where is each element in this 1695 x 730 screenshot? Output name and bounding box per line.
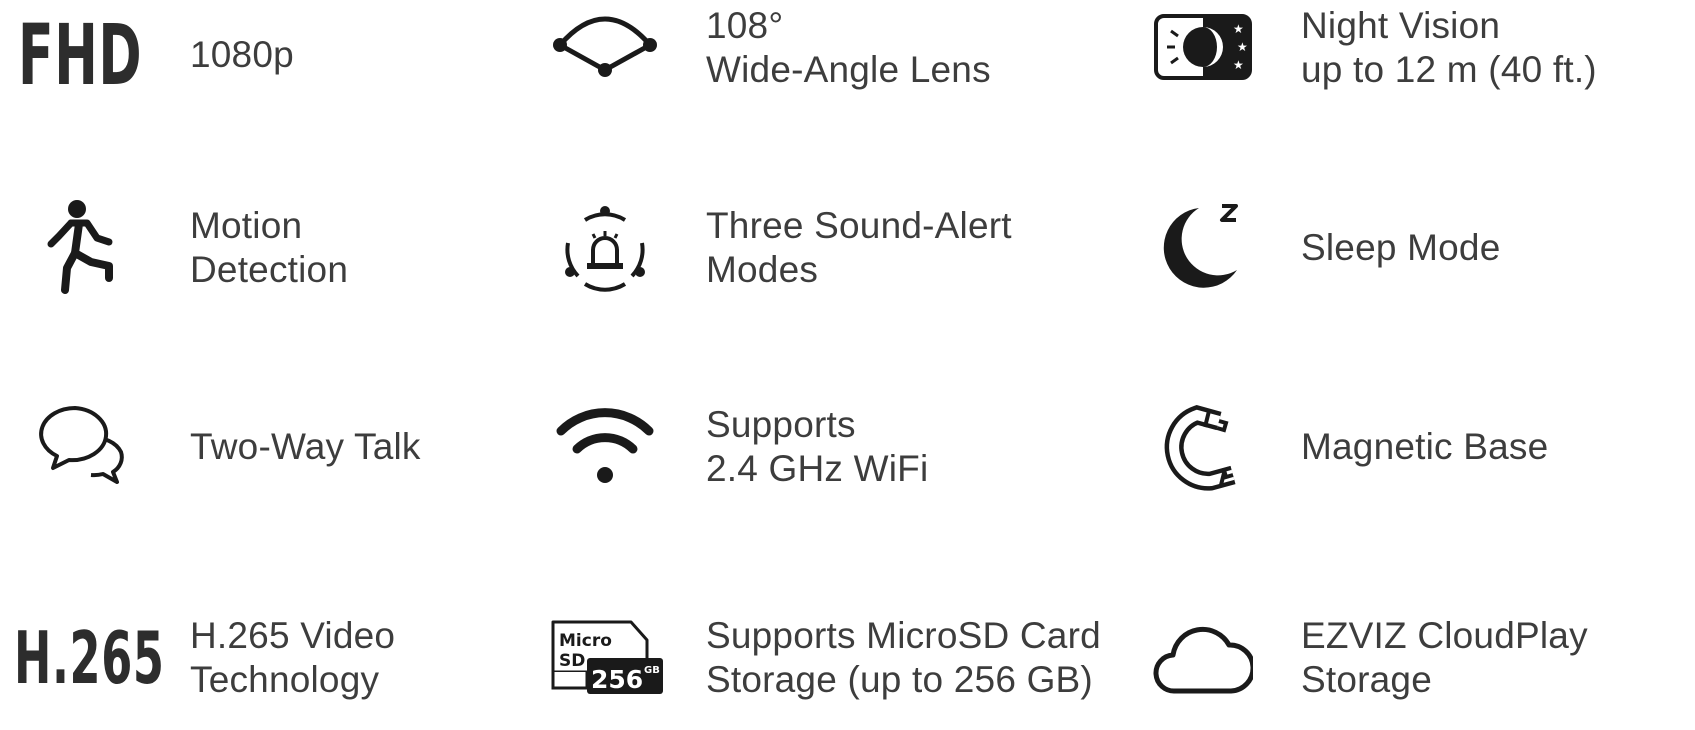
feature-sound-alert-line-1: Three Sound-Alert: [706, 205, 1012, 246]
feature-microsd-line-2: Storage (up to 256 GB): [706, 659, 1093, 700]
fhd-badge: FHD: [0, 0, 143, 110]
microsd-unit: GB: [644, 665, 660, 676]
feature-wide-angle-line-2: Wide-Angle Lens: [706, 49, 991, 90]
feature-sound-alert-text: Three Sound-Alert Modes: [706, 204, 1012, 292]
feature-talk-text: Two-Way Talk: [190, 425, 421, 469]
feature-talk-line-1: Two-Way Talk: [190, 426, 421, 467]
feature-microsd: Micro SD 256 GB Supports MicroSD Card St…: [515, 603, 1101, 713]
wide-angle-lens-icon: [515, 0, 695, 103]
feature-cloud-line-1: EZVIZ CloudPlay: [1301, 615, 1588, 656]
feature-cloud: EZVIZ CloudPlay Storage: [1113, 603, 1588, 713]
feature-magnetic: Magnetic Base: [1113, 392, 1548, 502]
h265-badge-text: H.265: [14, 616, 165, 700]
feature-microsd-line-1: Supports MicroSD Card: [706, 615, 1101, 656]
feature-talk: Two-Way Talk: [0, 392, 421, 502]
feature-fhd: FHD 1080p: [0, 0, 294, 110]
feature-night-vision-text: Night Vision up to 12 m (40 ft.): [1301, 4, 1597, 92]
feature-fhd-line-1: 1080p: [190, 34, 294, 75]
running-person-icon: [0, 193, 170, 303]
feature-motion-line-2: Detection: [190, 249, 349, 290]
feature-sleep-text: Sleep Mode: [1301, 226, 1500, 270]
feature-night-vision-line-2: up to 12 m (40 ft.): [1301, 49, 1597, 90]
feature-night-vision: ★ ★ ★ Night Vision up to 12 m (40 ft.): [1113, 0, 1597, 103]
feature-cloud-text: EZVIZ CloudPlay Storage: [1301, 614, 1588, 702]
microsd-line1: Micro: [559, 631, 612, 651]
fhd-badge-text: FHD: [18, 6, 143, 104]
microsd-card-icon: Micro SD 256 GB: [515, 603, 695, 713]
cloud-icon: [1113, 603, 1293, 713]
feature-wide-angle-line-1: 108°: [706, 5, 784, 46]
wifi-icon: [515, 392, 695, 502]
feature-wifi-line-1: Supports: [706, 404, 856, 445]
feature-h265-line-1: H.265 Video: [190, 615, 396, 656]
moon-sleep-icon: [1113, 193, 1293, 303]
feature-night-vision-line-1: Night Vision: [1301, 5, 1501, 46]
microsd-capacity: 256: [591, 665, 643, 694]
feature-fhd-text: 1080p: [190, 33, 294, 77]
svg-text:★: ★: [1233, 22, 1244, 36]
magnet-icon: [1113, 392, 1293, 502]
night-vision-icon: ★ ★ ★: [1113, 0, 1293, 103]
feature-h265-line-2: Technology: [190, 659, 380, 700]
feature-motion-line-1: Motion: [190, 205, 303, 246]
feature-wifi-text: Supports 2.4 GHz WiFi: [706, 403, 928, 491]
microsd-line2: SD: [559, 651, 585, 671]
feature-sound-alert-line-2: Modes: [706, 249, 819, 290]
feature-motion-text: Motion Detection: [190, 204, 348, 292]
h265-badge: H.265: [0, 603, 170, 713]
feature-sound-alert: Three Sound-Alert Modes: [515, 193, 1012, 303]
svg-text:★: ★: [1233, 58, 1244, 72]
feature-microsd-text: Supports MicroSD Card Storage (up to 256…: [706, 614, 1101, 702]
feature-sleep: Sleep Mode: [1113, 193, 1500, 303]
feature-cloud-line-2: Storage: [1301, 659, 1432, 700]
feature-wifi-line-2: 2.4 GHz WiFi: [706, 448, 929, 489]
feature-wide-angle-text: 108° Wide-Angle Lens: [706, 4, 991, 92]
feature-h265: H.265 H.265 Video Technology: [0, 603, 395, 713]
svg-text:★: ★: [1237, 40, 1248, 54]
feature-wifi: Supports 2.4 GHz WiFi: [515, 392, 928, 502]
feature-h265-text: H.265 Video Technology: [190, 614, 395, 702]
feature-wide-angle: 108° Wide-Angle Lens: [515, 0, 991, 103]
feature-magnetic-line-1: Magnetic Base: [1301, 426, 1549, 467]
feature-magnetic-text: Magnetic Base: [1301, 425, 1548, 469]
feature-motion: Motion Detection: [0, 193, 348, 303]
speech-bubbles-icon: [0, 392, 170, 502]
feature-sleep-line-1: Sleep Mode: [1301, 227, 1501, 268]
siren-icon: [515, 193, 695, 303]
